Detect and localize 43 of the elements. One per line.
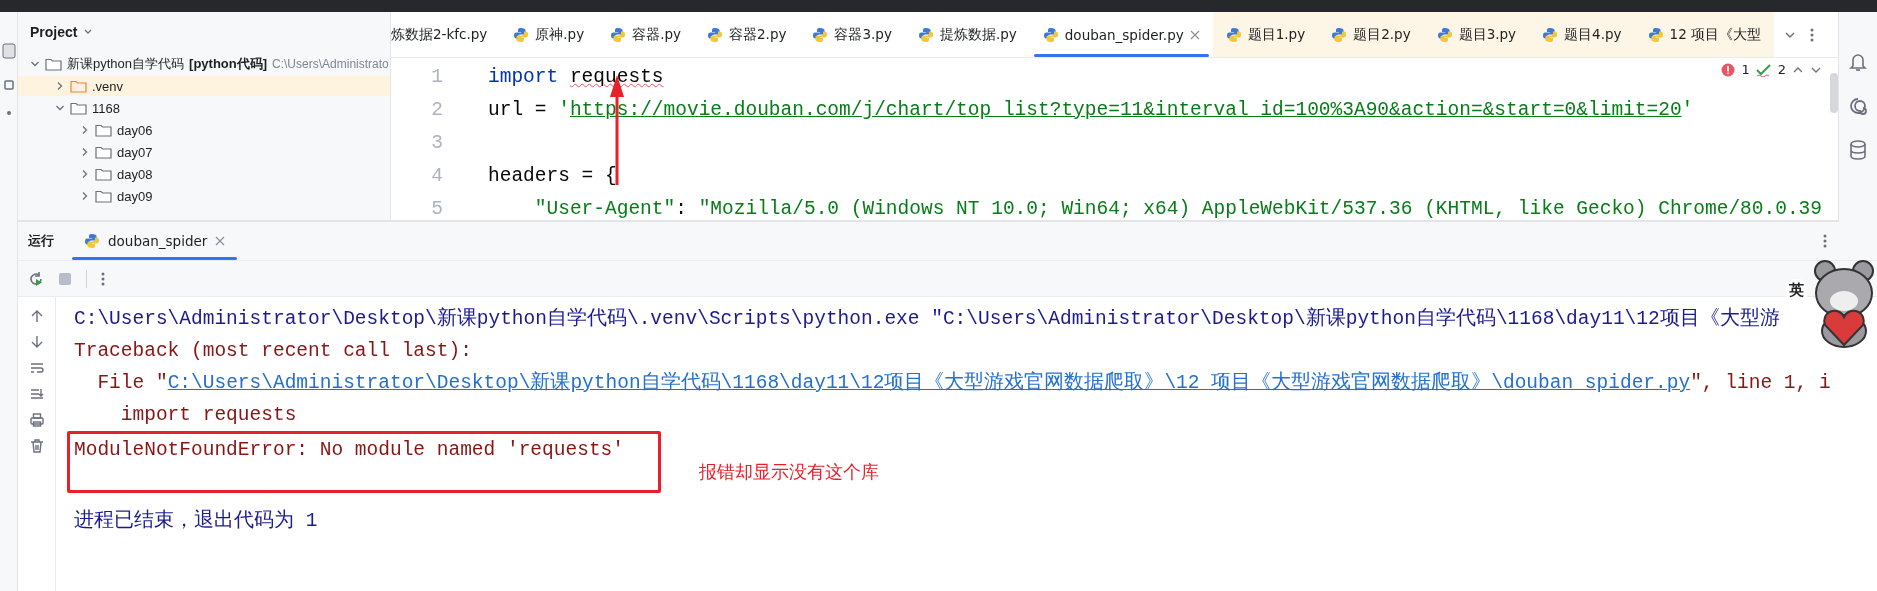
run-tab[interactable]: douban_spider <box>72 222 238 260</box>
module-label: [python代码] <box>189 55 268 73</box>
warning-count[interactable]: 2 <box>1777 62 1786 77</box>
line-number: 1 <box>431 65 443 90</box>
editor-tab[interactable]: 题目3.py <box>1423 12 1530 57</box>
editor-tab[interactable]: 炼数据2-kfc.py <box>391 12 501 57</box>
console-line: 进程已结束，退出代码为 1 <box>74 508 319 534</box>
annotation-text: 报错却显示没有这个库 <box>699 460 879 484</box>
code-line: headers = { <box>488 164 617 189</box>
editor-tab[interactable]: 容器2.py <box>694 12 800 57</box>
file-link[interactable]: C:\Users\Administrator\Desktop\新课python自学代码\1168\day11\12项目《大型游戏官网数据爬取》\12 项目《大型游戏官网数据爬取》\douban_spider.py <box>167 372 1691 394</box>
tree-item[interactable]: day07 <box>117 144 153 160</box>
console-line: File "C:\Users\Administrator\Desktop\新课python自学代码\1168\day11\12项目《大型游戏官网数据爬取》\12 项目《大型游戏官网数据爬取》\douban_spider.py", line 1, i <box>96 370 1832 396</box>
editor-tab[interactable]: 提炼数据.py <box>904 12 1030 57</box>
tree-item[interactable]: day09 <box>117 188 153 204</box>
line-number: 5 <box>431 197 443 220</box>
editor-tab[interactable]: 题目2.py <box>1318 12 1424 57</box>
editor-tab[interactable]: 原神.py <box>500 12 598 57</box>
tree-item[interactable]: .venv <box>92 78 124 94</box>
line-number: 4 <box>431 164 443 189</box>
line-number: 2 <box>431 98 443 123</box>
line-number: 3 <box>431 131 443 156</box>
console-line: Traceback (most recent call last): <box>74 339 473 364</box>
editor-tab[interactable]: 题目4.py <box>1529 12 1635 57</box>
code-line: import requests <box>488 65 664 90</box>
panel-title: 运行 <box>28 232 54 250</box>
console-line: ModuleNotFoundError: No module named 'requests' <box>74 438 625 463</box>
code-line: "User-Agent": "Mozilla/5.0 (Windows NT 10.0; Win64; x64) AppleWebKit/537.36 (KHTML, like Gecko) Chrome/80.0.39 <box>533 197 1823 220</box>
editor-tab[interactable]: 容器3.py <box>799 12 905 57</box>
console-line: C:\Users\Administrator\Desktop\新课python自学代码\.venv\Scripts\python.exe "C:\Users\Administrator\Desktop\新课python自学代码\1168\day11\12项目《大型游 <box>74 306 1781 332</box>
tree-item[interactable]: day08 <box>117 166 153 182</box>
editor-tab[interactable]: douban_spider.py <box>1029 12 1213 57</box>
tree-item[interactable]: 1168 <box>92 100 120 116</box>
tree-row-highlight[interactable]: .venv <box>18 76 390 96</box>
editor-tab[interactable]: 容器.py <box>597 12 695 57</box>
editor-tab[interactable]: 题目1.py <box>1212 12 1319 57</box>
tree-item[interactable]: day06 <box>117 122 153 138</box>
editor-tab[interactable]: 12 项目《大型 <box>1634 12 1775 57</box>
error-count[interactable]: 1 <box>1741 62 1750 77</box>
panel-title[interactable]: Project <box>30 24 78 40</box>
folder-path: C:\Users\Administrato <box>272 57 389 71</box>
console-line: import requests <box>119 403 298 428</box>
tree-item[interactable]: 新课python自学代码 <box>67 55 185 73</box>
